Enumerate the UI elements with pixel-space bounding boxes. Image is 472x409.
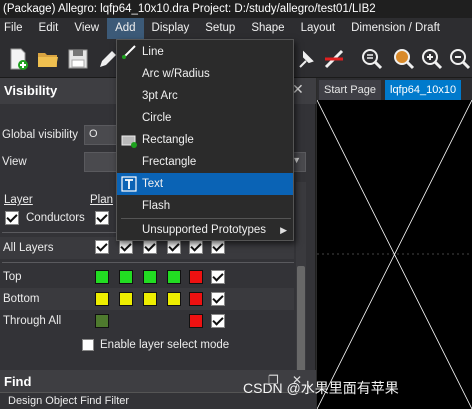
zoom-in-icon[interactable] <box>420 47 444 71</box>
menu-item-arc-radius[interactable]: Arc w/Radius <box>117 63 293 85</box>
save-icon[interactable] <box>66 47 90 71</box>
all-layers-checkbox-2[interactable] <box>119 240 133 254</box>
line-icon <box>122 45 136 59</box>
layer-visible-checkbox[interactable] <box>211 270 225 284</box>
menu-edit[interactable]: Edit <box>31 18 67 39</box>
new-file-icon[interactable] <box>6 47 30 71</box>
canvas-tabs: Start Page lqfp64_10x10 <box>317 78 472 100</box>
tab-start-page[interactable]: Start Page <box>319 80 381 100</box>
text-icon <box>121 176 137 192</box>
color-swatch[interactable] <box>189 314 203 328</box>
conductors-plan-checkbox[interactable] <box>95 211 109 225</box>
conductors-checkbox[interactable] <box>5 211 19 225</box>
layer-row-through-all: Through All <box>0 310 294 332</box>
visibility-title: Visibility <box>4 83 58 98</box>
menu-item-circle[interactable]: Circle <box>117 107 293 129</box>
color-swatch[interactable] <box>119 270 133 284</box>
menu-shape[interactable]: Shape <box>243 18 292 39</box>
color-swatch[interactable] <box>95 314 109 328</box>
layer-row-label: Through All <box>3 315 62 327</box>
rectangle-icon <box>121 135 137 148</box>
enable-layer-select-checkbox[interactable] <box>82 339 94 351</box>
add-menu-dropdown: Line Arc w/Radius 3pt Arc Circle Rectang… <box>116 39 294 241</box>
menu-item-unsupported-prototypes[interactable]: Unsupported Prototypes ▶ <box>117 219 293 241</box>
menu-item-line[interactable]: Line <box>117 41 293 63</box>
submenu-arrow-icon: ▶ <box>280 225 287 235</box>
menu-setup[interactable]: Setup <box>197 18 243 39</box>
menu-display[interactable]: Display <box>144 18 198 39</box>
layer-visible-checkbox[interactable] <box>211 292 225 306</box>
layer-visible-checkbox[interactable] <box>211 314 225 328</box>
color-swatch[interactable] <box>95 292 109 306</box>
menu-add[interactable]: Add <box>107 18 144 39</box>
view-label: View <box>2 156 27 168</box>
menu-view[interactable]: View <box>66 18 107 39</box>
all-layers-checkbox-4[interactable] <box>167 240 181 254</box>
open-folder-icon[interactable] <box>36 47 60 71</box>
layer-row-bottom: Bottom <box>0 288 294 310</box>
menu-file[interactable]: File <box>0 18 31 39</box>
color-swatch[interactable] <box>95 270 109 284</box>
window-title: (Package) Allegro: lqfp64_10x10.dra Proj… <box>0 0 472 18</box>
layer-column-header: Layer <box>4 194 33 206</box>
design-drawing <box>317 100 472 409</box>
menu-item-flash[interactable]: Flash <box>117 195 293 217</box>
color-swatch[interactable] <box>189 270 203 284</box>
color-swatch[interactable] <box>167 292 181 306</box>
plan-column-header: Plan <box>90 194 114 206</box>
global-visibility-label: Global visibility <box>2 129 79 141</box>
cross-out-icon[interactable] <box>322 47 346 71</box>
menu-bar: File Edit View Add Display Setup Shape L… <box>0 18 472 39</box>
all-layers-label: All Layers <box>3 242 54 254</box>
menu-item-text[interactable]: Text <box>117 173 293 195</box>
menu-item-3pt-arc[interactable]: 3pt Arc <box>117 85 293 107</box>
design-canvas[interactable]: Start Page lqfp64_10x10 <box>317 78 472 409</box>
tab-lqfp64[interactable]: lqfp64_10x10 <box>385 80 462 100</box>
color-swatch[interactable] <box>143 292 157 306</box>
zoom-out-icon[interactable] <box>448 47 472 71</box>
color-swatch[interactable] <box>167 270 181 284</box>
menu-item-rectangle[interactable]: Rectangle <box>117 129 293 151</box>
all-layers-checkbox-1[interactable] <box>95 240 109 254</box>
enable-layer-select-label: Enable layer select mode <box>100 339 230 351</box>
menu-dimension-draft[interactable]: Dimension / Draft <box>343 18 448 39</box>
pin-icon[interactable] <box>294 47 318 71</box>
color-swatch[interactable] <box>143 270 157 284</box>
menu-layout[interactable]: Layout <box>293 18 344 39</box>
find-filter-label: Design Object Find Filter <box>8 395 130 407</box>
zoom-fit-icon[interactable] <box>360 47 384 71</box>
zoom-window-icon[interactable] <box>392 47 416 71</box>
watermark: CSDN @水果里面有苹果 <box>243 380 399 396</box>
layer-row-label: Bottom <box>3 293 40 305</box>
layer-row-label: Top <box>3 271 22 283</box>
color-swatch[interactable] <box>189 292 203 306</box>
all-layers-checkbox-5[interactable] <box>189 240 203 254</box>
conductors-label: Conductors <box>26 212 85 224</box>
all-layers-checkbox-3[interactable] <box>143 240 157 254</box>
global-visibility-button[interactable]: O <box>84 125 118 145</box>
menu-item-frectangle[interactable]: Frectangle <box>117 151 293 173</box>
color-swatch[interactable] <box>119 292 133 306</box>
layer-row-top: Top <box>0 266 294 288</box>
find-title: Find <box>4 374 32 389</box>
all-layers-checkbox-6[interactable] <box>211 240 225 254</box>
